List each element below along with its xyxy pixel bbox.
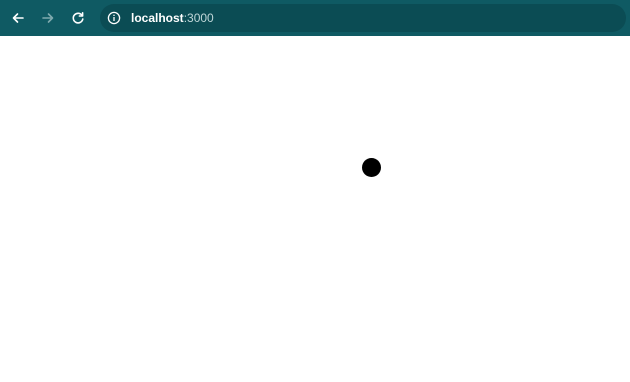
url-host: localhost: [131, 11, 184, 25]
back-arrow-icon: [11, 11, 25, 25]
forward-arrow-icon: [41, 11, 55, 25]
url-port: :3000: [183, 11, 214, 25]
back-button[interactable]: [3, 3, 33, 33]
black-dot: [362, 158, 381, 177]
reload-button[interactable]: [63, 3, 93, 33]
address-url[interactable]: localhost:3000: [131, 11, 214, 25]
page-content: [0, 36, 630, 382]
reload-icon: [71, 11, 85, 25]
browser-toolbar: localhost:3000: [0, 0, 630, 36]
forward-button[interactable]: [33, 3, 63, 33]
address-bar[interactable]: localhost:3000: [100, 4, 626, 32]
info-icon[interactable]: [107, 11, 121, 25]
